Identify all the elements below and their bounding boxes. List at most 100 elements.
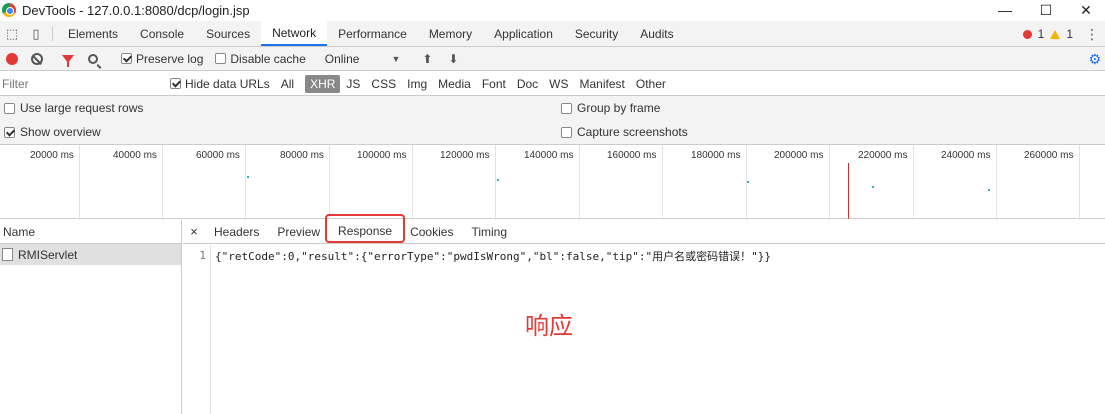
device-toolbar-icon[interactable]: ▯	[24, 21, 48, 46]
preserve-log-checkbox[interactable]	[121, 53, 132, 64]
response-body[interactable]: {"retCode":0,"result":{"errorType":"pwdI…	[215, 248, 771, 264]
type-filter-js[interactable]: JS	[341, 75, 365, 93]
tick-label: 20000 ms	[30, 150, 74, 161]
request-row[interactable]: RMIServlet	[0, 244, 181, 265]
panel-tabbar: ⬚ ▯ Elements Console Sources Network Per…	[0, 21, 1105, 47]
show-overview-option[interactable]: Show overview	[4, 125, 101, 139]
request-marker	[872, 186, 874, 188]
filter-icon[interactable]	[62, 54, 74, 67]
grid-line	[996, 145, 997, 220]
warning-icon	[1050, 29, 1061, 39]
request-marker	[497, 179, 499, 181]
tab-preview[interactable]: Preview	[268, 220, 329, 243]
large-rows-checkbox[interactable]	[4, 102, 15, 114]
grid-line	[162, 145, 163, 220]
search-icon[interactable]	[88, 53, 98, 64]
error-icon	[1022, 29, 1032, 39]
tab-sources[interactable]: Sources	[195, 21, 261, 46]
type-filter-doc[interactable]: Doc	[512, 75, 543, 93]
import-har-icon[interactable]: ⬆	[417, 52, 437, 66]
settings-gear-icon[interactable]: ⚙	[1088, 51, 1101, 68]
type-filter-img[interactable]: Img	[402, 75, 432, 93]
tab-application[interactable]: Application	[483, 21, 564, 46]
close-icon[interactable]: ×	[183, 220, 205, 243]
tab-headers[interactable]: Headers	[205, 220, 268, 243]
show-overview-label: Show overview	[20, 125, 101, 139]
chevron-down-icon: ▼	[391, 53, 401, 64]
request-marker	[988, 189, 990, 191]
capture-screenshots-label: Capture screenshots	[577, 125, 688, 139]
throttle-select[interactable]: Online ▼	[325, 52, 401, 66]
tab-audits[interactable]: Audits	[629, 21, 684, 46]
tick-label: 220000 ms	[858, 150, 908, 161]
type-filter-other[interactable]: Other	[631, 75, 671, 93]
chrome-icon	[2, 3, 16, 17]
status-counters[interactable]: 1 1 ⋮	[1022, 21, 1105, 47]
tick-label: 140000 ms	[524, 150, 574, 161]
type-filter-font[interactable]: Font	[477, 75, 511, 93]
grid-line	[329, 145, 330, 220]
tab-security[interactable]: Security	[564, 21, 629, 46]
tab-performance[interactable]: Performance	[327, 21, 418, 46]
tick-label: 80000 ms	[280, 150, 324, 161]
grid-line	[412, 145, 413, 220]
type-filter-manifest[interactable]: Manifest	[575, 75, 630, 93]
capture-screenshots-option[interactable]: Capture screenshots	[561, 125, 688, 139]
name-column-header[interactable]: Name	[0, 220, 181, 244]
tick-label: 40000 ms	[113, 150, 157, 161]
grid-line	[579, 145, 580, 220]
group-by-frame-option[interactable]: Group by frame	[561, 101, 660, 115]
tick-label: 100000 ms	[357, 150, 407, 161]
record-button[interactable]	[6, 52, 18, 65]
filter-input[interactable]	[2, 73, 157, 94]
capture-screenshots-checkbox[interactable]	[561, 126, 572, 138]
tab-response[interactable]: Response	[325, 214, 406, 243]
export-har-icon[interactable]: ⬇	[443, 52, 463, 66]
warning-count: 1	[1066, 27, 1073, 41]
line-number: 1	[199, 249, 206, 262]
window-titlebar: DevTools - 127.0.0.1:8080/dcp/login.jsp …	[0, 0, 1105, 20]
network-overview[interactable]: 20000 ms 40000 ms 60000 ms 80000 ms 1000…	[0, 144, 1105, 220]
tab-timing[interactable]: Timing	[462, 220, 516, 243]
tab-network[interactable]: Network	[261, 21, 328, 46]
type-filter-xhr[interactable]: XHR	[305, 74, 341, 93]
tick-label: 120000 ms	[440, 150, 490, 161]
show-overview-checkbox[interactable]	[4, 126, 15, 138]
request-marker	[747, 181, 749, 183]
type-filter-ws[interactable]: WS	[544, 75, 573, 93]
request-details: × Headers Preview Response Cookies Timin…	[183, 214, 1105, 414]
close-window-button[interactable]: ✕	[1066, 0, 1105, 20]
inspect-element-icon[interactable]: ⬚	[0, 21, 24, 46]
type-filter-css[interactable]: CSS	[366, 75, 401, 93]
tab-memory[interactable]: Memory	[418, 21, 483, 46]
disable-cache-checkbox[interactable]	[215, 53, 227, 64]
type-filter-all[interactable]: All	[276, 75, 299, 93]
load-event-marker	[848, 163, 849, 219]
maximize-button[interactable]: ☐	[1026, 0, 1066, 20]
group-by-frame-label: Group by frame	[577, 101, 661, 115]
tick-label: 200000 ms	[774, 150, 824, 161]
hide-data-urls-label: Hide data URLs	[185, 76, 270, 91]
grid-line	[1079, 145, 1080, 220]
error-count: 1	[1037, 27, 1045, 41]
minimize-button[interactable]: —	[985, 0, 1025, 20]
grid-line	[662, 145, 663, 220]
hide-data-urls-checkbox[interactable]	[170, 78, 181, 89]
more-menu-icon[interactable]: ⋮	[1085, 26, 1099, 43]
tab-console[interactable]: Console	[129, 21, 195, 46]
type-filter-media[interactable]: Media	[433, 75, 476, 93]
grid-line	[913, 145, 914, 220]
document-icon	[2, 248, 13, 261]
grid-line	[495, 145, 496, 220]
grid-line	[245, 145, 246, 220]
clear-icon[interactable]	[31, 52, 43, 65]
request-name: RMIServlet	[18, 247, 78, 262]
annotation-label: 响应	[525, 312, 573, 340]
tab-cookies[interactable]: Cookies	[401, 220, 462, 243]
throttle-value: Online	[324, 51, 360, 66]
network-toolbar: Preserve log Disable cache Online ▼ ⬆ ⬇ …	[0, 47, 1105, 71]
tab-elements[interactable]: Elements	[57, 21, 129, 46]
group-by-frame-checkbox[interactable]	[561, 102, 572, 114]
large-rows-option[interactable]: Use large request rows	[4, 101, 143, 115]
tick-label: 240000 ms	[941, 150, 991, 161]
